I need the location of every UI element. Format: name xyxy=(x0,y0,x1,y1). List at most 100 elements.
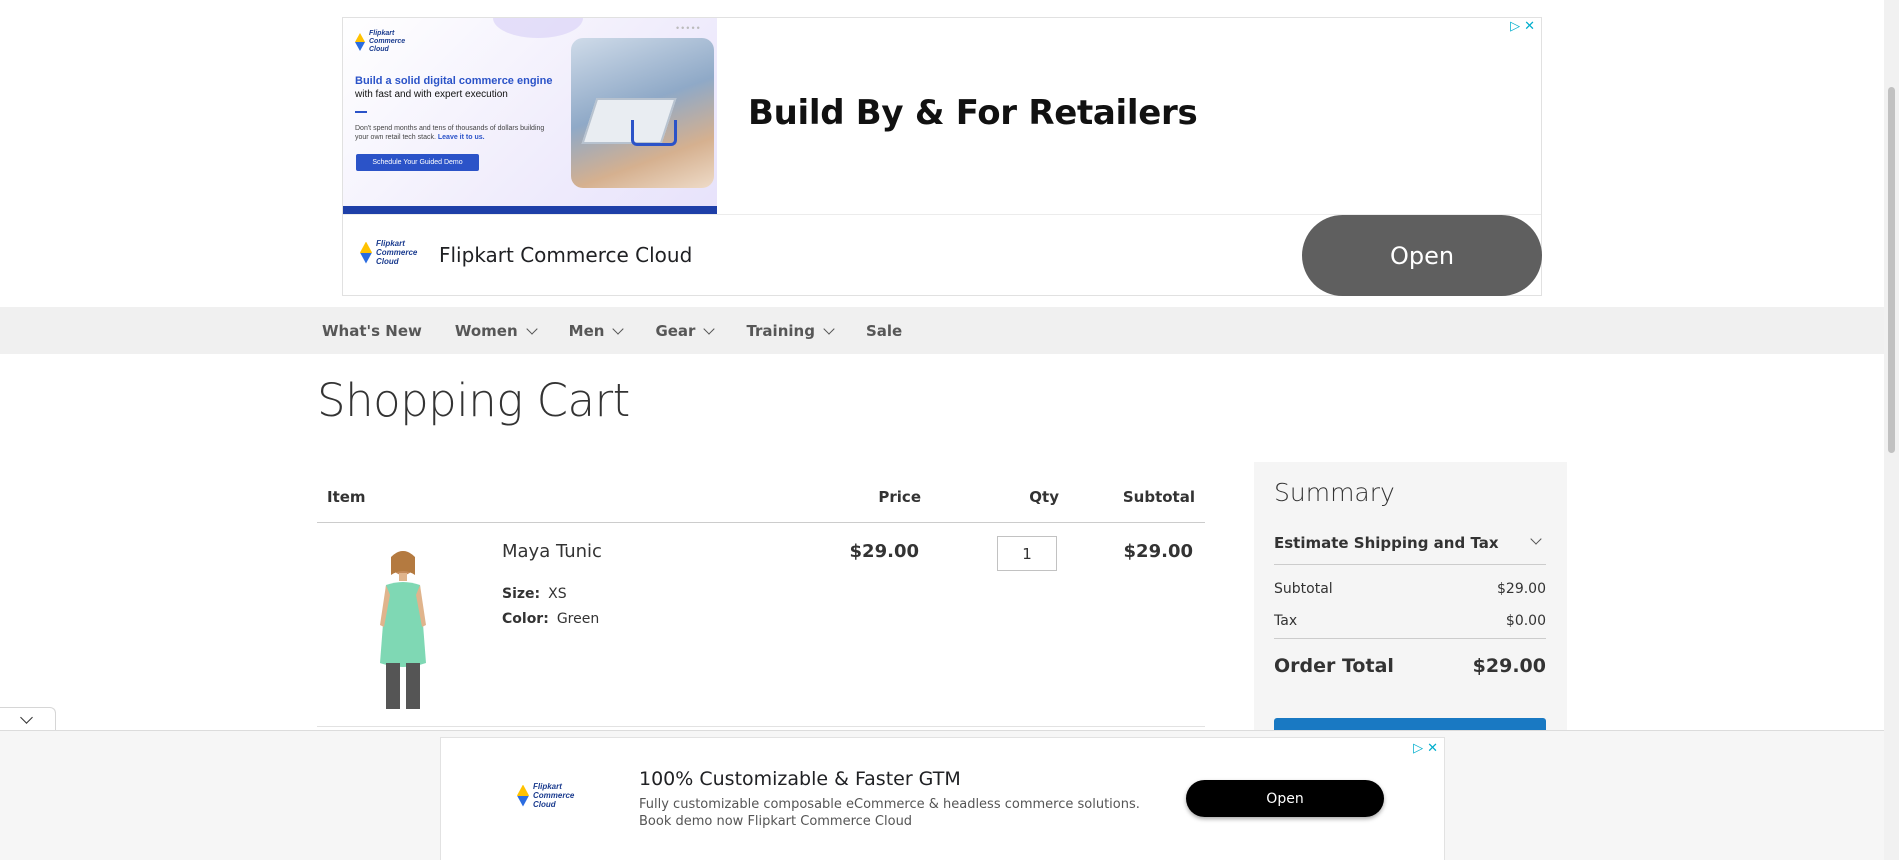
collapse-ad-tab[interactable] xyxy=(0,707,56,731)
chevron-down-icon xyxy=(823,322,835,335)
nav-item-men[interactable]: Men xyxy=(568,321,625,340)
chevron-down-icon xyxy=(525,322,538,335)
order-summary: Summary Estimate Shipping and Tax Subtot… xyxy=(1254,462,1567,742)
nav-item-label: Gear xyxy=(655,321,696,340)
ad-creative-image[interactable]: ••••• Flipkart Commerce Cloud Build a so… xyxy=(343,18,717,214)
ad-open-button[interactable]: Open xyxy=(1302,215,1542,296)
summary-divider xyxy=(1274,638,1546,639)
logo-line-3: Cloud xyxy=(533,800,556,809)
column-header-price: Price xyxy=(878,488,921,506)
summary-subtotal-row: Subtotal $29.00 xyxy=(1274,581,1546,597)
logo-line-3: Cloud xyxy=(376,257,399,266)
nav-item-label: Sale xyxy=(865,321,903,340)
creative-footer-strip xyxy=(343,206,717,214)
logo-diamond-icon xyxy=(360,241,372,264)
order-total-value: $29.00 xyxy=(1472,655,1546,677)
color-label: Color: xyxy=(502,611,549,627)
product-name-link[interactable]: Maya Tunic xyxy=(502,541,602,562)
summary-subtotal-label: Subtotal xyxy=(1274,581,1333,597)
nav-item-label: Men xyxy=(568,321,605,340)
flipkart-commerce-cloud-logo: Flipkart Commerce Cloud xyxy=(517,782,574,809)
nav-item-women[interactable]: Women xyxy=(454,321,538,340)
logo-line-2: Commerce xyxy=(533,791,575,800)
bottom-ad-open-button[interactable]: Open xyxy=(1186,780,1384,817)
product-option-color: Color: Green xyxy=(502,611,599,627)
top-banner-ad[interactable]: ••••• Flipkart Commerce Cloud Build a so… xyxy=(342,17,1542,296)
flipkart-commerce-cloud-logo: Flipkart Commerce Cloud xyxy=(355,30,405,54)
column-header-subtotal: Subtotal xyxy=(1122,488,1195,506)
order-total-row: Order Total $29.00 xyxy=(1274,655,1546,677)
color-value: Green xyxy=(556,611,600,627)
summary-tax-value: $0.00 xyxy=(1505,613,1546,629)
ad-headline[interactable]: Build By & For Retailers xyxy=(748,93,1198,133)
column-header-item: Item xyxy=(327,488,366,506)
shopping-cart-shape xyxy=(631,120,677,146)
chevron-down-icon xyxy=(612,322,625,335)
product-image[interactable] xyxy=(360,545,446,711)
creative-dash xyxy=(355,111,367,113)
adchoices-icon[interactable]: ▷ xyxy=(1510,18,1520,34)
logo-line-3: Cloud xyxy=(369,46,389,53)
bottom-ad-description: Fully customizable composable eCommerce … xyxy=(639,797,1140,829)
creative-headline: Build a solid digital commerce engine xyxy=(355,75,553,87)
product-option-size: Size: XS xyxy=(502,586,567,602)
item-price: $29.00 xyxy=(849,541,919,562)
logo-text: Flipkart Commerce Cloud xyxy=(376,239,417,266)
nav-item-what-s-new[interactable]: What's New xyxy=(322,322,422,340)
logo-text: Flipkart Commerce Cloud xyxy=(533,782,574,809)
summary-title: Summary xyxy=(1274,478,1395,507)
estimate-shipping-toggle[interactable]: Estimate Shipping and Tax xyxy=(1274,522,1546,565)
ad-brand-name[interactable]: Flipkart Commerce Cloud xyxy=(439,243,692,267)
scrollbar-thumb[interactable] xyxy=(1888,87,1895,453)
logo-line-1: Flipkart xyxy=(533,782,562,791)
chevron-down-icon xyxy=(20,711,33,724)
logo-line-1: Flipkart xyxy=(376,239,405,248)
item-subtotal: $29.00 xyxy=(1123,541,1193,562)
logo-line-2: Commerce xyxy=(376,248,418,257)
row-divider xyxy=(317,726,1205,727)
bottom-ad-headline[interactable]: 100% Customizable & Faster GTM xyxy=(639,768,961,790)
logo-text: Flipkart Commerce Cloud xyxy=(369,30,405,54)
order-total-label: Order Total xyxy=(1274,655,1394,677)
schedule-demo-button[interactable]: Schedule Your Guided Demo xyxy=(356,154,479,171)
page-title: Shopping Cart xyxy=(317,374,630,427)
creative-dots: ••••• xyxy=(676,23,702,33)
creative-subline: with fast and with expert execution xyxy=(355,89,508,100)
logo-line-2: Commerce xyxy=(369,38,406,45)
bottom-ad[interactable]: ▷ ✕ Flipkart Commerce Cloud 100% Customi… xyxy=(440,737,1445,860)
creative-body-bold: Leave it to us. xyxy=(437,134,485,141)
nav-item-label: Training xyxy=(746,321,815,340)
logo-diamond-icon xyxy=(355,33,365,51)
estimate-shipping-label: Estimate Shipping and Tax xyxy=(1274,534,1499,552)
nav-item-label: Women xyxy=(454,321,518,340)
summary-subtotal-value: $29.00 xyxy=(1497,581,1546,597)
decorative-blob xyxy=(493,18,583,38)
bottom-sticky-ad-bar: ▷ ✕ Flipkart Commerce Cloud 100% Customi… xyxy=(0,730,1884,860)
qty-input[interactable] xyxy=(997,536,1057,571)
ad-upper-section[interactable]: ••••• Flipkart Commerce Cloud Build a so… xyxy=(343,18,1541,214)
main-navigation: What's New Women Men Gear Training Sale xyxy=(0,307,1884,354)
nav-item-label: What's New xyxy=(322,321,422,340)
nav-item-training[interactable]: Training xyxy=(746,321,835,340)
ad-controls: ▷ ✕ xyxy=(1510,18,1535,34)
adchoices-icon[interactable]: ▷ xyxy=(1413,740,1423,756)
page-scrollbar[interactable] xyxy=(1884,0,1899,860)
flipkart-commerce-cloud-logo: Flipkart Commerce Cloud xyxy=(360,239,417,266)
nav-item-gear[interactable]: Gear xyxy=(655,321,716,340)
nav-item-sale[interactable]: Sale xyxy=(866,322,902,340)
summary-tax-row: Tax $0.00 xyxy=(1274,613,1546,629)
ad-controls: ▷ ✕ xyxy=(1413,740,1438,756)
creative-body: Don't spend months and tens of thousands… xyxy=(355,124,555,142)
size-value: XS xyxy=(548,586,567,602)
close-ad-icon[interactable]: ✕ xyxy=(1524,18,1535,34)
laptop-cart-photo xyxy=(571,38,714,188)
logo-diamond-icon xyxy=(517,784,529,807)
size-label: Size: xyxy=(502,586,541,602)
summary-tax-label: Tax xyxy=(1274,613,1298,629)
logo-line-1: Flipkart xyxy=(369,30,395,37)
nav-list: What's New Women Men Gear Training Sale xyxy=(322,307,935,354)
chevron-down-icon xyxy=(703,322,716,335)
close-ad-icon[interactable]: ✕ xyxy=(1427,740,1438,756)
ad-lower-section[interactable]: Flipkart Commerce Cloud Flipkart Commerc… xyxy=(343,214,1542,296)
chevron-down-icon xyxy=(1530,533,1542,545)
